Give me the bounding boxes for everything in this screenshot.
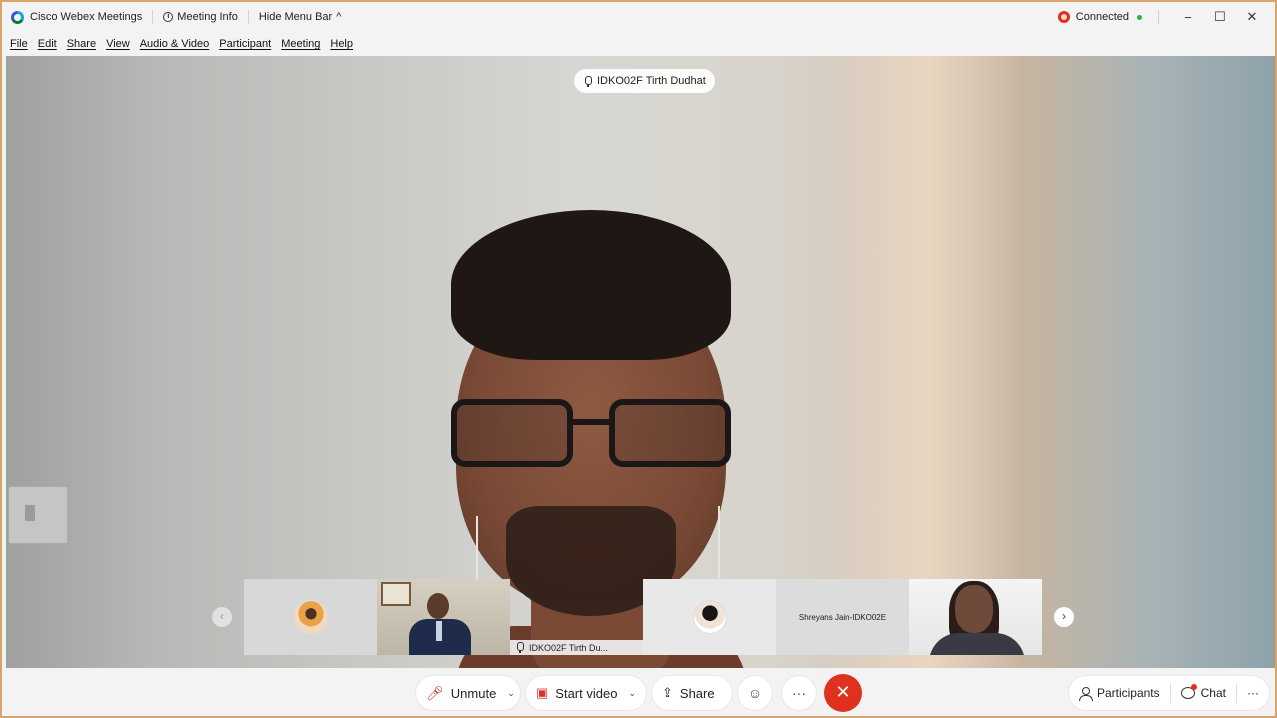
glasses-lens-left: [451, 399, 573, 467]
menu-edit[interactable]: Edit: [38, 38, 57, 50]
participant-tile[interactable]: [643, 579, 776, 655]
menu-share[interactable]: Share: [67, 38, 96, 50]
share-button[interactable]: ⇪ Share: [652, 676, 732, 710]
connected-dot-icon: [1137, 14, 1142, 20]
menu-audio-video[interactable]: Audio & Video: [140, 38, 210, 50]
glasses-lens-right: [609, 399, 731, 467]
video-off-icon: ▣: [536, 685, 549, 700]
more-icon: ···: [792, 685, 806, 701]
start-video-button[interactable]: ▣ Start video ⌄: [526, 676, 646, 710]
filmstrip-next-button[interactable]: ›: [1054, 607, 1074, 627]
unmute-label: Unmute: [450, 685, 497, 701]
participants-icon: [1078, 686, 1093, 701]
close-icon: ✕: [835, 682, 851, 702]
share-label: Share: [679, 685, 715, 701]
glasses-bridge: [569, 419, 613, 425]
overflow-button[interactable]: ···: [1237, 676, 1269, 710]
app-name: Cisco Webex Meetings: [30, 11, 143, 23]
chat-label: Chat: [1200, 686, 1226, 700]
muted-microphone-icon: 🎤︎: [426, 684, 444, 701]
hide-menu-label: Hide Menu Bar: [258, 11, 333, 23]
microphone-icon: [515, 642, 524, 653]
maximize-button[interactable]: ☐: [1207, 9, 1233, 25]
participants-label: Participants: [1096, 686, 1160, 700]
chat-button[interactable]: Chat: [1171, 676, 1236, 710]
chat-icon: [1180, 684, 1197, 699]
wall-switch: [8, 486, 68, 544]
menu-file[interactable]: File: [10, 38, 28, 50]
smiley-icon: ☺: [747, 685, 763, 701]
participant-tile[interactable]: [909, 579, 1042, 655]
speaker-mouth: [561, 546, 621, 560]
menu-view[interactable]: View: [106, 38, 130, 50]
active-speaker-video[interactable]: IDKO02F Tirth Dudhat ‹ IDKO02F Tirth Du.…: [6, 56, 1275, 668]
participant-avatar: [293, 600, 328, 634]
participants-button[interactable]: Participants: [1069, 676, 1170, 710]
meeting-controls: 🎤︎ Unmute ⌄ ▣ Start video ⌄ ⇪ Share ☺ ··…: [2, 668, 1275, 716]
active-speaker-label: IDKO02F Tirth Dudhat: [574, 69, 715, 93]
filmstrip: IDKO02F Tirth Du... Shreyans Jain-IDKO02…: [244, 579, 1042, 655]
participant-tile[interactable]: Shreyans Jain-IDKO02E: [776, 579, 909, 655]
panel-buttons: Participants Chat ···: [1068, 676, 1269, 710]
participant-tile[interactable]: [244, 579, 377, 655]
speaker-glasses: [451, 399, 731, 469]
start-video-label: Start video: [555, 685, 618, 701]
chevron-down-icon[interactable]: ⌄: [628, 688, 636, 699]
hide-menu-bar-button[interactable]: Hide Menu Bar ^: [259, 11, 342, 23]
unmute-button[interactable]: 🎤︎ Unmute ⌄: [416, 676, 520, 710]
participant-video-person: [409, 593, 471, 655]
person-head: [427, 593, 449, 619]
webex-logo-icon: [11, 10, 24, 24]
menu-participant[interactable]: Participant: [219, 38, 271, 50]
participant-name: IDKO02F Tirth Du...: [529, 642, 609, 653]
person-tie: [436, 621, 442, 641]
close-button[interactable]: ✕: [1239, 9, 1265, 25]
more-options-button[interactable]: ···: [782, 676, 816, 710]
active-speaker-name: IDKO02F Tirth Dudhat: [597, 75, 706, 87]
minimize-button[interactable]: −: [1175, 10, 1201, 25]
participant-tile-active[interactable]: IDKO02F Tirth Du...: [510, 579, 643, 655]
background-light: [826, 56, 1026, 668]
more-icon: ···: [1247, 686, 1259, 700]
participant-avatar: [692, 600, 727, 634]
divider: [1158, 10, 1159, 24]
person-body: [929, 633, 1025, 655]
speaker-hair: [451, 210, 731, 360]
filmstrip-prev-button[interactable]: ‹: [212, 607, 232, 627]
title-bar-right: Connected − ☐ ✕: [1057, 2, 1265, 32]
menu-bar: File Edit Share View Audio & Video Parti…: [2, 32, 1275, 56]
participant-name-bar: IDKO02F Tirth Du...: [510, 640, 643, 655]
meeting-info-button[interactable]: i Meeting Info: [163, 11, 238, 23]
reactions-button[interactable]: ☺: [738, 676, 772, 710]
connection-status-icon: [1057, 11, 1070, 23]
app-title: Cisco Webex Meetings: [11, 10, 143, 24]
microphone-icon: [583, 75, 592, 87]
chevron-down-icon[interactable]: ⌄: [507, 688, 515, 699]
title-bar: Cisco Webex Meetings i Meeting Info Hide…: [2, 2, 1275, 32]
meeting-info-label: Meeting Info: [177, 11, 238, 23]
share-icon: ⇪: [662, 685, 673, 700]
chevron-up-icon: ^: [336, 11, 342, 23]
wall-frame: [381, 582, 411, 606]
divider: [247, 10, 249, 24]
person-head: [955, 585, 993, 633]
menu-meeting[interactable]: Meeting: [281, 38, 320, 50]
participant-name: Shreyans Jain-IDKO02E: [798, 612, 887, 622]
menu-help[interactable]: Help: [330, 38, 353, 50]
divider: [152, 10, 154, 24]
participant-tile[interactable]: [377, 579, 510, 655]
connection-status: Connected: [1075, 11, 1129, 23]
info-icon: i: [163, 12, 174, 22]
end-meeting-button[interactable]: ✕: [824, 674, 862, 712]
webex-window: Cisco Webex Meetings i Meeting Info Hide…: [2, 2, 1275, 716]
